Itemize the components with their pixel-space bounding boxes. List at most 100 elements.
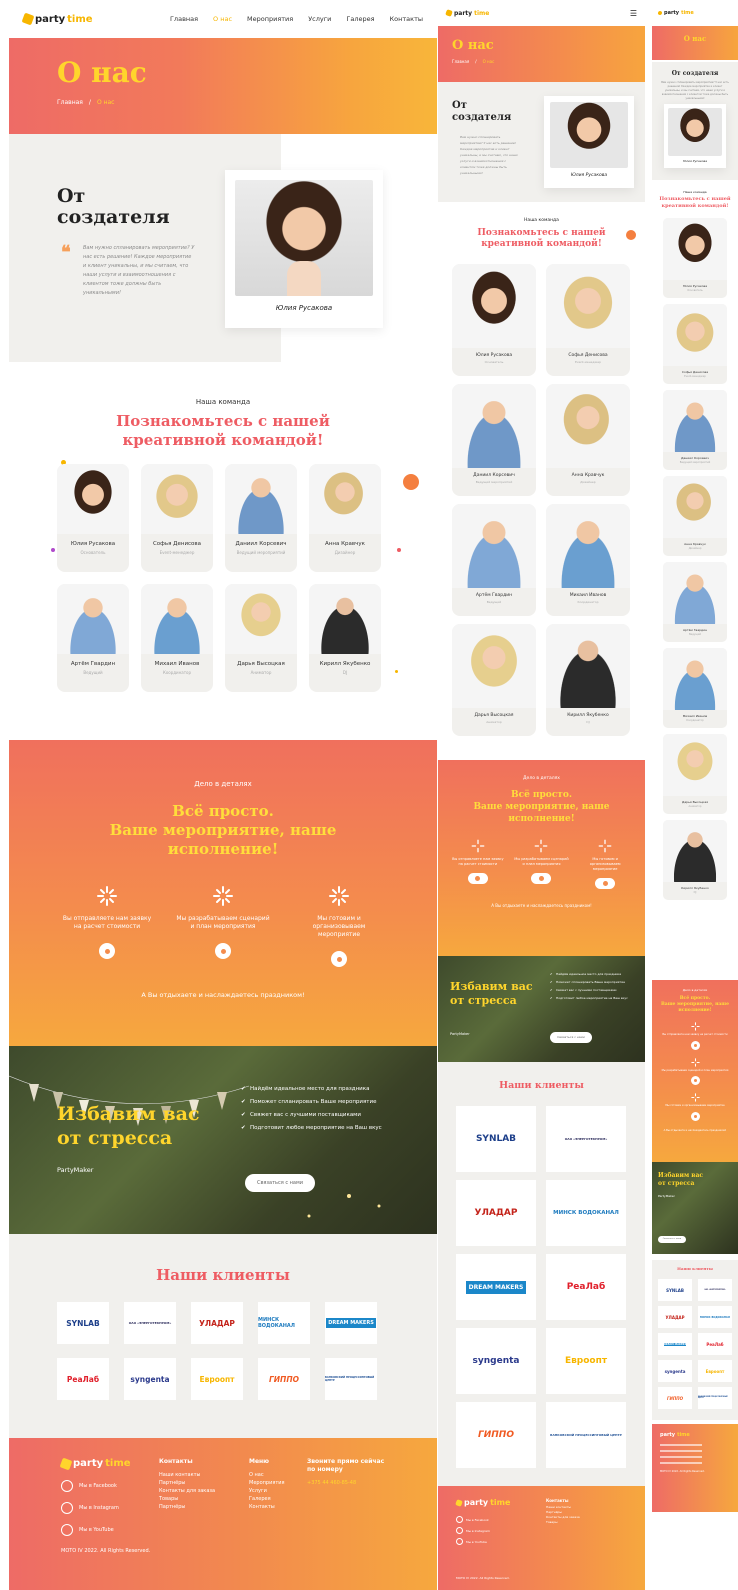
step-button[interactable]: [531, 873, 552, 884]
footer-link[interactable]: Услуги: [249, 1487, 285, 1495]
client-logo[interactable]: Евроопт: [698, 1360, 732, 1382]
step-button[interactable]: [690, 1076, 700, 1085]
footer-link[interactable]: Партнёры: [159, 1503, 215, 1511]
team-card[interactable]: Артём Гвардин Ведущий: [452, 504, 536, 616]
client-logo[interactable]: МИНСК ВОДОКАНАЛ: [698, 1306, 732, 1328]
footer-link[interactable]: Товары: [546, 1520, 580, 1525]
team-card[interactable]: Даниил Корсевич Ведущий мероприятий: [225, 464, 297, 572]
contact-us-button[interactable]: Связаться с нами: [658, 1236, 686, 1243]
step-button[interactable]: [467, 873, 488, 884]
team-card[interactable]: Михаил Иванов Координатор: [663, 648, 727, 728]
scroll-top-button[interactable]: [403, 474, 419, 490]
client-logo[interactable]: SYNLAB: [658, 1279, 692, 1301]
nav-home[interactable]: Главная: [170, 15, 198, 23]
step-button[interactable]: [595, 878, 616, 889]
step-button[interactable]: [690, 1040, 700, 1050]
client-logo[interactable]: БАНКОВСКИЙ ПРОЦЕССИНГОВЫЙ ЦЕНТР: [698, 1387, 732, 1409]
client-logo[interactable]: УЛАДАР: [456, 1180, 536, 1246]
client-logo[interactable]: РеаЛаб: [57, 1358, 109, 1400]
team-card[interactable]: Софья Денисова Event-менеджер: [663, 304, 727, 384]
team-card[interactable]: Юлия Русакова Основатель: [452, 264, 536, 376]
client-logo[interactable]: syngenta: [658, 1360, 692, 1382]
nav-contacts[interactable]: Контакты: [390, 15, 423, 23]
client-logo[interactable]: DREAM MAKERS: [325, 1302, 377, 1344]
site-logo[interactable]: party time: [21, 12, 93, 26]
client-logo[interactable]: syngenta: [456, 1328, 536, 1394]
client-logo[interactable]: БАНКОВСКИЙ ПРОЦЕССИНГОВЫЙ ЦЕНТР: [546, 1402, 626, 1468]
team-card[interactable]: Дарья Высоцкая Аниматор: [663, 734, 727, 814]
hamburger-menu-icon[interactable]: ☰: [630, 9, 637, 18]
client-logo[interactable]: МИНСК ВОДОКАНАЛ: [546, 1180, 626, 1246]
client-logo[interactable]: ОАО «ЭНЕРГОТЕКПРОМ»: [546, 1106, 626, 1172]
team-card[interactable]: Софья Денисова Event-менеджер: [546, 264, 630, 376]
team-card[interactable]: Артём Гвардин Ведущий: [57, 584, 129, 692]
footer-link[interactable]: О нас: [249, 1471, 285, 1479]
footer-link[interactable]: Партнёры: [159, 1479, 215, 1487]
team-card[interactable]: Кирилл Якубенко DJ: [546, 624, 630, 736]
breadcrumb-home[interactable]: Главная: [57, 99, 83, 106]
nav-gallery[interactable]: Галерея: [346, 15, 374, 23]
footer-phone[interactable]: +375 44 460-85-48: [307, 1479, 387, 1487]
client-logo[interactable]: DREAM MAKERS: [456, 1254, 536, 1320]
client-logo[interactable]: syngenta: [124, 1358, 176, 1400]
social-facebook[interactable]: Мы в Facebook: [61, 1480, 119, 1492]
team-card[interactable]: Юлия Русакова Основатель: [663, 218, 727, 298]
step-button[interactable]: [690, 1111, 700, 1121]
footer-link[interactable]: Мероприятия: [249, 1479, 285, 1487]
site-logo[interactable]: party time: [657, 10, 694, 16]
client-logo[interactable]: SYNLAB: [57, 1302, 109, 1344]
nav-events[interactable]: Мероприятия: [247, 15, 293, 23]
contact-us-button[interactable]: Связаться с нами: [550, 1032, 592, 1043]
team-card[interactable]: Анна Кравчук Дизайнер: [663, 476, 727, 556]
step-button[interactable]: [99, 943, 115, 959]
team-card[interactable]: Даниил Корсевич Ведущий мероприятий: [452, 384, 536, 496]
team-card[interactable]: Софья Денисова Event-менеджер: [141, 464, 213, 572]
client-logo[interactable]: Евроопт: [546, 1328, 626, 1394]
nav-about[interactable]: О нас: [213, 15, 232, 23]
team-card[interactable]: Михаил Иванов Координатор: [141, 584, 213, 692]
team-card[interactable]: Анна Кравчук Дизайнер: [309, 464, 381, 572]
footer-logo[interactable]: party time: [59, 1457, 131, 1470]
client-logo[interactable]: БАНКОВСКИЙ ПРОЦЕССИНГОВЫЙ ЦЕНТР: [325, 1358, 377, 1400]
team-card[interactable]: Юлия Русакова Основатель: [57, 464, 129, 572]
client-logo[interactable]: УЛАДАР: [191, 1302, 243, 1344]
team-card[interactable]: Дарья Высоцкая Аниматор: [225, 584, 297, 692]
footer-link[interactable]: Контакты: [249, 1503, 285, 1511]
client-logo[interactable]: ГИППО: [456, 1402, 536, 1468]
footer-link[interactable]: Контакты для заказа: [159, 1487, 215, 1495]
client-logo[interactable]: РеаЛаб: [546, 1254, 626, 1320]
client-logo[interactable]: ОАО «ЭНЕРГОТЕКПРОМ»: [124, 1302, 176, 1344]
facebook-icon: [456, 1516, 463, 1523]
team-card[interactable]: Кирилл Якубенко DJ: [309, 584, 381, 692]
client-logo[interactable]: Евроопт: [191, 1358, 243, 1400]
client-logo[interactable]: ГИППО: [258, 1358, 310, 1400]
footer-logo[interactable]: party time: [455, 1498, 510, 1507]
client-logo[interactable]: МИНСК ВОДОКАНАЛ: [258, 1302, 310, 1344]
social-youtube[interactable]: Мы в YouTube: [61, 1524, 119, 1536]
team-card[interactable]: Кирилл Якубенко DJ: [663, 820, 727, 900]
footer-link[interactable]: Галерея: [249, 1495, 285, 1503]
social-facebook[interactable]: Мы в Facebook: [456, 1516, 490, 1523]
team-card[interactable]: Даниил Корсевич Ведущий мероприятий: [663, 390, 727, 470]
social-youtube[interactable]: Мы в YouTube: [456, 1538, 490, 1545]
client-logo[interactable]: УЛАДАР: [658, 1306, 692, 1328]
client-logo[interactable]: DREAM MAKERS: [658, 1333, 692, 1355]
team-card[interactable]: Дарья Высоцкая Аниматор: [452, 624, 536, 736]
client-logo[interactable]: ГИППО: [658, 1387, 692, 1409]
step-button[interactable]: [215, 943, 231, 959]
footer-link[interactable]: Товары: [159, 1495, 215, 1503]
client-logo[interactable]: РеаЛаб: [698, 1333, 732, 1355]
team-card[interactable]: Михаил Иванов Координатор: [546, 504, 630, 616]
contact-us-button[interactable]: Связаться с нами: [245, 1174, 315, 1192]
social-instagram[interactable]: Мы в Instagram: [61, 1502, 119, 1514]
step-button[interactable]: [331, 951, 347, 967]
footer-logo[interactable]: party time: [660, 1432, 738, 1438]
team-card[interactable]: Анна Кравчук Дизайнер: [546, 384, 630, 496]
footer-link[interactable]: Наши контакты: [159, 1471, 215, 1479]
client-logo[interactable]: SYNLAB: [456, 1106, 536, 1172]
nav-services[interactable]: Услуги: [308, 15, 331, 23]
client-logo[interactable]: ОАО «ЭНЕРГОТЕКПРОМ»: [698, 1279, 732, 1301]
social-instagram[interactable]: Мы в Instagram: [456, 1527, 490, 1534]
team-card[interactable]: Артём Гвардин Ведущий: [663, 562, 727, 642]
site-logo[interactable]: party time: [445, 9, 489, 17]
